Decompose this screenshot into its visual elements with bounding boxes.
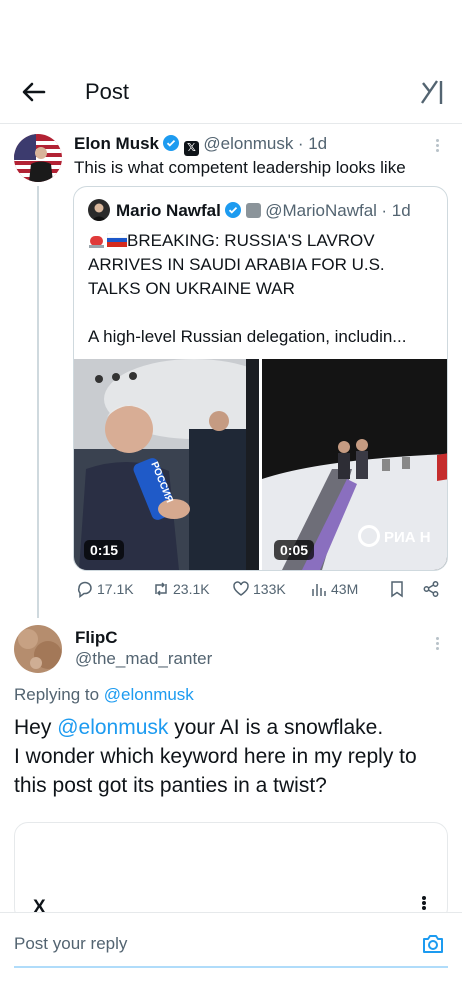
quoted-text-line-1-text: BREAKING: RUSSIA'S LAVROV bbox=[127, 231, 375, 250]
reply-text: Hey @elonmusk your AI is a snowflake. I … bbox=[14, 713, 454, 800]
replying-to-line: Replying to @elonmusk bbox=[14, 685, 194, 705]
thread-line bbox=[37, 186, 39, 618]
russia-flag-icon bbox=[106, 232, 128, 247]
top-bar: Post bbox=[0, 60, 462, 124]
share-icon bbox=[423, 581, 439, 597]
verified-badge-icon bbox=[225, 202, 242, 218]
embedded-media-card[interactable]: X bbox=[14, 822, 448, 922]
mario-avatar[interactable] bbox=[88, 199, 110, 221]
reply-text-line-1: Hey @elonmusk your AI is a snowflake. bbox=[14, 713, 454, 742]
reply-composer: Post your reply bbox=[0, 912, 462, 972]
video-thumbnail-2[interactable]: РИА Н 0:05 bbox=[262, 359, 447, 570]
quoted-text-line-2: ARRIVES IN SAUDI ARABIA FOR U.S. bbox=[88, 255, 385, 274]
reply-input[interactable]: Post your reply bbox=[14, 934, 127, 954]
author-handle[interactable]: @elonmusk bbox=[203, 134, 293, 153]
repost-action[interactable]: 23.1K bbox=[152, 580, 210, 598]
quoted-text-line-1: BREAKING: RUSSIA'S LAVROV bbox=[88, 229, 438, 253]
bookmark-icon bbox=[391, 581, 403, 598]
watermark-logo: РИА Н bbox=[358, 525, 431, 547]
reply-action[interactable]: 17.1K bbox=[76, 580, 134, 598]
verified-badge-icon bbox=[163, 135, 180, 151]
heart-icon bbox=[233, 581, 249, 596]
action-bar: 17.1K 23.1K 133K 43M bbox=[74, 580, 446, 604]
reply-mention[interactable]: @elonmusk bbox=[57, 716, 168, 739]
main-post-header: Elon Musk 𝕏 @elonmusk · 1d bbox=[74, 134, 327, 156]
page-title: Post bbox=[85, 79, 130, 104]
views-action[interactable]: 43M bbox=[310, 580, 358, 598]
quoted-author-name[interactable]: Mario Nawfal bbox=[116, 201, 221, 220]
video-duration-2: 0:05 bbox=[274, 540, 315, 560]
watermark-text: РИА Н bbox=[384, 529, 431, 546]
affiliation-badge-icon bbox=[245, 203, 261, 218]
reply-hey: Hey bbox=[14, 716, 52, 739]
reply-text-line-3: this post got its panties in a twist? bbox=[14, 774, 327, 797]
composer-underline bbox=[14, 966, 448, 968]
siren-emoji-icon bbox=[89, 236, 104, 248]
video-duration-1: 0:15 bbox=[84, 540, 125, 560]
quoted-post-time: · 1d bbox=[381, 201, 411, 220]
share-action[interactable] bbox=[422, 580, 440, 598]
card-more-options-icon[interactable] bbox=[421, 895, 427, 911]
replying-to-label: Replying to bbox=[14, 685, 100, 704]
camera-icon[interactable] bbox=[421, 933, 445, 955]
reply-icon bbox=[77, 581, 92, 598]
repost-count: 23.1K bbox=[173, 581, 210, 597]
more-options-icon[interactable] bbox=[432, 137, 442, 157]
reply-more-options-icon[interactable] bbox=[432, 635, 442, 655]
reply-text-line-2: I wonder which keyword here in my reply … bbox=[14, 745, 417, 768]
reply-author-name[interactable]: FlipC bbox=[75, 628, 118, 648]
author-name[interactable]: Elon Musk bbox=[74, 134, 159, 153]
quoted-text-line-4: A high-level Russian delegation, includi… bbox=[88, 327, 407, 346]
like-count: 133K bbox=[253, 581, 286, 597]
bookmark-action[interactable] bbox=[388, 580, 406, 598]
quoted-text-line-3: TALKS ON UKRAINE WAR bbox=[88, 279, 295, 298]
quoted-post-card[interactable]: Mario Nawfal @MarioNawfal · 1d BREAKING:… bbox=[73, 186, 448, 571]
reply-line1-rest: your AI is a snowflake. bbox=[174, 716, 384, 739]
ria-logo-icon bbox=[358, 525, 380, 547]
quoted-author-handle[interactable]: @MarioNawfal bbox=[265, 201, 377, 220]
quoted-post-text: BREAKING: RUSSIA'S LAVROV ARRIVES IN SAU… bbox=[88, 229, 438, 349]
grok-icon[interactable] bbox=[418, 77, 448, 107]
repost-icon bbox=[155, 582, 167, 596]
post-text: This is what competent leadership looks … bbox=[74, 158, 406, 177]
back-arrow-icon[interactable] bbox=[18, 76, 50, 108]
like-action[interactable]: 133K bbox=[232, 580, 286, 598]
views-icon bbox=[312, 584, 326, 596]
video-thumbnail-1[interactable]: РОССИЯ 0:15 bbox=[74, 359, 259, 570]
flipc-avatar[interactable] bbox=[14, 625, 62, 673]
x-affiliation-icon: 𝕏 bbox=[183, 141, 199, 156]
elon-avatar[interactable] bbox=[14, 134, 62, 182]
reply-count: 17.1K bbox=[97, 581, 134, 597]
reply-author-handle[interactable]: @the_mad_ranter bbox=[75, 649, 212, 669]
views-count: 43M bbox=[331, 581, 359, 597]
post-time: · 1d bbox=[297, 134, 328, 153]
quoted-post-header: Mario Nawfal @MarioNawfal · 1d bbox=[116, 201, 411, 221]
replying-to-mention[interactable]: @elonmusk bbox=[104, 685, 194, 704]
